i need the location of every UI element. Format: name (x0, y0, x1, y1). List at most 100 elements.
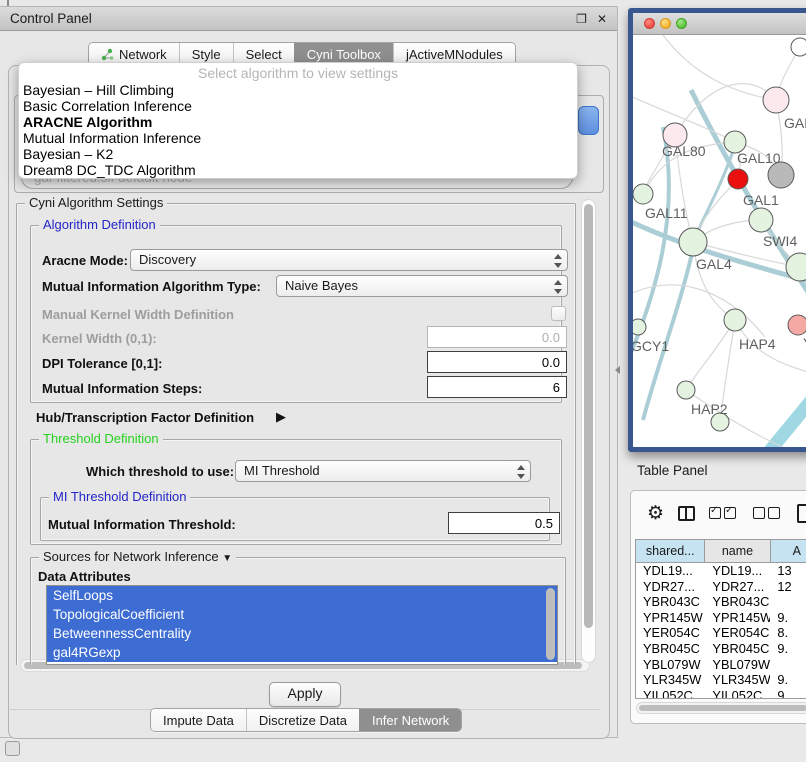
network-node-y[interactable] (788, 315, 806, 335)
network-edge[interactable] (763, 391, 806, 447)
table-horizontal-scrollbar[interactable] (636, 702, 806, 714)
sources-title: Sources for Network Inference ▼ (39, 550, 236, 566)
column-header-a[interactable]: A (771, 540, 806, 562)
mi-threshold-field[interactable] (448, 512, 560, 534)
table-toolbar: ⚙ (631, 491, 806, 535)
list-scrollbar[interactable] (546, 588, 555, 660)
network-node-label: GCY1 (633, 338, 669, 354)
table-row[interactable]: YIL052CYIL052C9. (636, 688, 806, 699)
algorithm-dropdown-popup: Select algorithm to view settings Bayesi… (18, 62, 578, 179)
table-cell: 12 (770, 579, 806, 595)
float-icon[interactable]: ❐ (576, 12, 587, 26)
mi-steps-field[interactable] (427, 376, 567, 398)
table-horizontal-thumb[interactable] (639, 705, 806, 711)
table-row[interactable]: YBR043CYBR043C (636, 594, 806, 610)
kernel-width-field[interactable] (427, 326, 567, 348)
close-button[interactable] (644, 18, 655, 29)
network-edge[interactable] (686, 390, 783, 447)
network-node-hap4[interactable] (724, 309, 746, 331)
table-row[interactable]: YDL19...YDL19...13 (636, 563, 806, 579)
network-node-gcy1[interactable] (633, 319, 646, 335)
minimize-button[interactable] (660, 18, 671, 29)
network-node-gal7[interactable] (763, 87, 789, 113)
settings-vertical-scrollbar[interactable] (581, 199, 596, 663)
network-node-swi4[interactable] (749, 208, 773, 232)
mi-algorithm-type-value: Naive Bayes (285, 278, 358, 293)
columns-icon[interactable] (678, 506, 695, 521)
column-header-shared[interactable]: shared... (636, 540, 705, 562)
dpi-tolerance-field[interactable] (427, 351, 567, 373)
tab-discretize-data[interactable]: Discretize Data (246, 709, 359, 731)
column-header-name[interactable]: name (705, 540, 770, 562)
data-attributes-label: Data Attributes (38, 569, 131, 584)
data-attributes-list[interactable]: SelfLoopsTopologicalCoefficientBetweenne… (46, 585, 558, 665)
algorithm-option-mutual-information-inference[interactable]: Mutual Information Inference (19, 130, 577, 146)
network-node-gal11[interactable] (633, 184, 653, 204)
algorithm-combobox-spinner[interactable] (578, 106, 599, 135)
which-threshold-combobox[interactable]: MI Threshold (235, 460, 531, 482)
export-table-icon[interactable] (797, 504, 806, 523)
network-node-hap2[interactable] (677, 381, 695, 399)
algorithm-option-bayesian-k2[interactable]: Bayesian – K2 (19, 146, 577, 162)
expand-right-icon[interactable]: ▶ (276, 409, 286, 425)
deselect-all-checks-icon[interactable] (753, 507, 783, 519)
network-node-label: GAL11 (645, 205, 688, 221)
table-row[interactable]: YER054CYER054C8. (636, 625, 806, 641)
panel-splitter-icon[interactable] (611, 366, 620, 374)
network-node[interactable] (791, 38, 806, 56)
aracne-mode-combobox[interactable]: Discovery (130, 249, 568, 271)
table-row[interactable]: YDR27...YDR27...12 (636, 579, 806, 595)
network-node-label: HAP2 (691, 401, 728, 417)
table-row[interactable]: YPR145WYPR145W9. (636, 610, 806, 626)
algorithm-option-basic-correlation-inference[interactable]: Basic Correlation Inference (19, 98, 577, 114)
network-node-gal4[interactable] (679, 228, 707, 256)
gear-icon[interactable]: ⚙ (647, 502, 664, 525)
close-icon[interactable]: ✕ (597, 12, 607, 26)
zoom-button[interactable] (676, 18, 687, 29)
application-screen: Control Panel ❐ ✕ NetworkStyleSelectCyni… (0, 0, 806, 762)
settings-scroll-area: Cyni Algorithm Settings Algorithm Defini… (14, 197, 596, 665)
kernel-width-label: Kernel Width (0,1): (42, 331, 157, 346)
table-cell: YBR043C (636, 594, 705, 610)
table-cell: YBR045C (636, 641, 705, 657)
threshold-definition-title: Threshold Definition (39, 432, 163, 446)
mi-algorithm-type-combobox[interactable]: Naive Bayes (276, 275, 568, 297)
network-view-window: GAL7GAL80GAL10GAL1GAL11SWI4GAL4HAP4YGCY1… (628, 8, 806, 452)
network-edge[interactable] (686, 320, 735, 390)
attribute-item-gal4rgexp[interactable]: gal4RGexp (47, 643, 557, 662)
table-cell: YDR27... (636, 579, 705, 595)
network-node-label: GAL80 (662, 143, 706, 159)
tab-jactivemnodules-label: jActiveMNodules (406, 47, 503, 62)
dpi-tolerance-label: DPI Tolerance [0,1]: (42, 356, 162, 371)
apply-button[interactable]: Apply (269, 682, 341, 707)
collapse-down-icon[interactable]: ▼ (222, 553, 232, 564)
attribute-item-topologicalcoefficient[interactable]: TopologicalCoefficient (47, 605, 557, 624)
table-cell: 9. (770, 641, 806, 657)
settings-vertical-thumb[interactable] (584, 204, 593, 628)
algorithm-option-bayesian-hill-climbing[interactable]: Bayesian – Hill Climbing (19, 82, 577, 98)
network-node-gal1[interactable] (728, 169, 748, 189)
cyni-algorithm-settings-title: Cyni Algorithm Settings (25, 197, 167, 210)
attribute-table: shared...nameA YDL19...YDL19...13YDR27..… (635, 539, 806, 699)
select-all-checks-icon[interactable] (709, 507, 739, 519)
table-row[interactable]: YLR345WYLR345W9. (636, 672, 806, 688)
mi-threshold-definition-title: MI Threshold Definition (49, 490, 190, 504)
table-row[interactable]: YBL079WYBL079W (636, 657, 806, 673)
attribute-item-betweennesscentrality[interactable]: BetweennessCentrality (47, 624, 557, 643)
table-row[interactable]: YBR045CYBR045C9. (636, 641, 806, 657)
algorithm-dropdown-prompt: Select algorithm to view settings (19, 63, 577, 82)
tab-infer-network[interactable]: Infer Network (359, 709, 461, 731)
hub-definition-label: Hub/Transcription Factor Definition (36, 410, 254, 425)
spinner-icon (553, 279, 562, 295)
algorithm-option-aracne-algorithm[interactable]: ARACNE Algorithm (19, 114, 577, 130)
tab-impute-data[interactable]: Impute Data (151, 709, 246, 731)
algorithm-option-dream8-dc-tdc-algorithm[interactable]: Dream8 DC_TDC Algorithm (19, 162, 577, 178)
control-panel-window: Control Panel ❐ ✕ NetworkStyleSelectCyni… (0, 6, 618, 738)
attribute-item-selfloops[interactable]: SelfLoops (47, 586, 557, 605)
network-edge[interactable] (663, 35, 776, 100)
network-graph[interactable]: GAL7GAL80GAL10GAL1GAL11SWI4GAL4HAP4YGCY1… (633, 35, 806, 447)
collapsed-panel-icon[interactable] (5, 741, 20, 756)
manual-kernel-checkbox[interactable] (551, 306, 566, 321)
network-node-label: GAL10 (737, 150, 781, 166)
network-canvas[interactable]: GAL7GAL80GAL10GAL1GAL11SWI4GAL4HAP4YGCY1… (633, 35, 806, 447)
